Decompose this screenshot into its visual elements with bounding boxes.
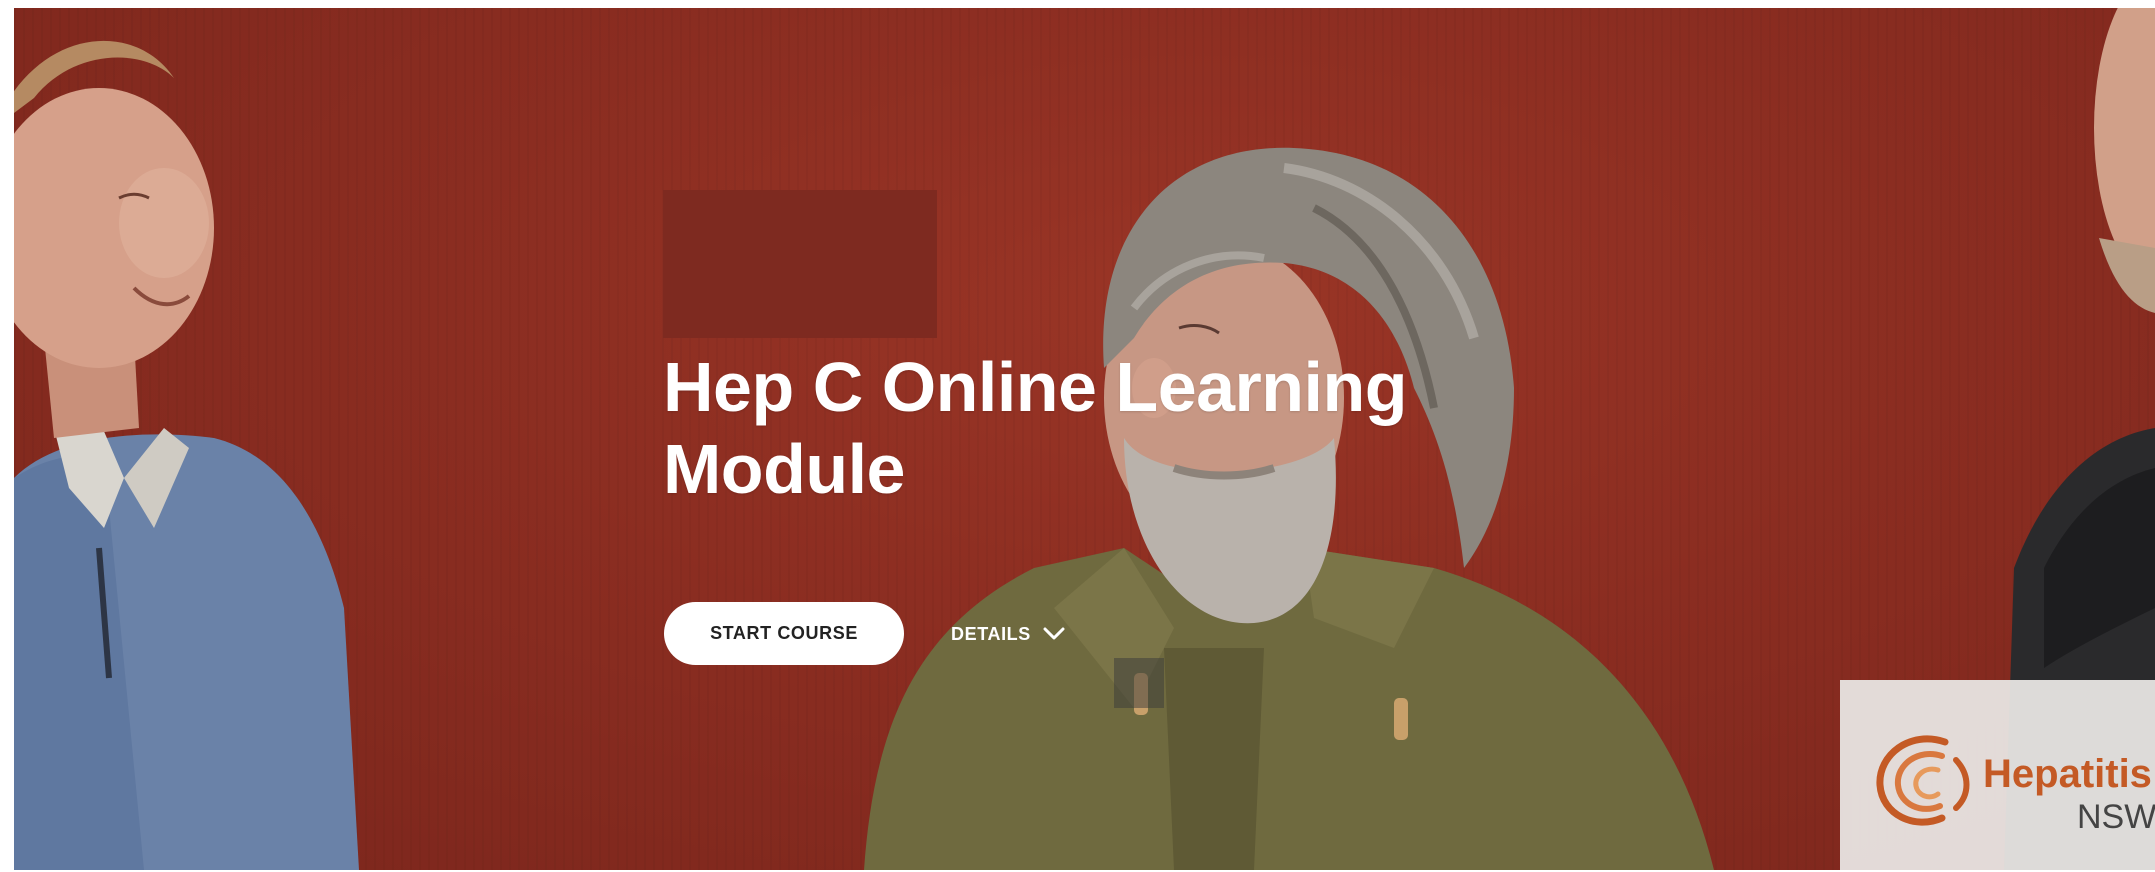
course-title: Hep C Online Learning Module xyxy=(663,348,1408,508)
start-course-button[interactable]: START COURSE xyxy=(664,602,904,665)
left-man-figure xyxy=(14,40,359,870)
details-label: DETAILS xyxy=(951,623,1031,644)
hepatitis-nsw-logo: Hepatitis NSW xyxy=(1840,680,2155,870)
hepatitis-nsw-logo-mark-icon xyxy=(1876,735,1970,826)
logo-wordmark: Hepatitis xyxy=(1983,752,2152,796)
hero-banner: Hep C Online Learning Module START COURS… xyxy=(14,8,2155,870)
logo-subtitle: NSW xyxy=(2077,798,2155,836)
details-toggle[interactable]: DETAILS xyxy=(951,616,1065,652)
title-backdrop xyxy=(663,190,937,338)
chevron-down-icon xyxy=(1043,627,1065,640)
